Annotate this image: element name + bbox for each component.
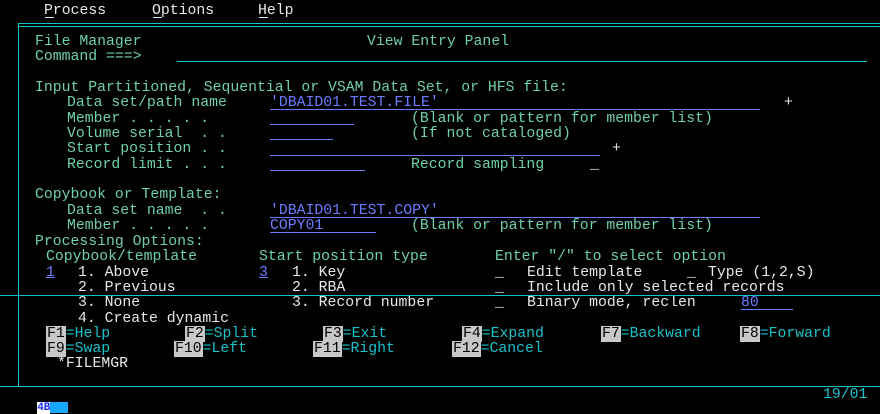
include-selected-checkbox[interactable]: _ [495, 280, 504, 296]
record-sampling-input[interactable]: _ [590, 157, 599, 173]
edit-template-checkbox[interactable]: _ [495, 265, 504, 281]
filemgr-label: *FILEMGR [57, 356, 129, 372]
f12-action-label: =Cancel [480, 341, 543, 357]
f1-key-label[interactable]: F1 [46, 326, 66, 342]
f9-key-label[interactable]: F9 [46, 341, 66, 357]
f4-key-label[interactable]: F4 [462, 326, 482, 342]
f7-action-label: =Backward [620, 326, 701, 342]
menu-process-mnemonic [45, 17, 54, 18]
copybook-dataset-label: Data set name . . [67, 203, 227, 219]
f2-action-label: =Split [204, 326, 259, 342]
f10-key-label[interactable]: F10 [174, 341, 203, 357]
menu-options-mnemonic [153, 17, 162, 18]
session-id: 4B [37, 402, 51, 414]
pf-key-f7[interactable]: F7=Backward [601, 326, 701, 342]
copybook-template-heading: Copybook/template [46, 249, 197, 265]
reclen-underline [741, 309, 793, 310]
pf-key-f4[interactable]: F4=Expand [462, 326, 544, 342]
copybook-choice-input[interactable]: 1 [46, 265, 55, 281]
f7-key-label[interactable]: F7 [601, 326, 621, 342]
menu-help-mnemonic [259, 17, 268, 18]
start-position-prompt-plus[interactable]: + [612, 141, 621, 157]
edit-template-label: Edit template [527, 265, 643, 281]
copybook-section-heading: Copybook or Template: [35, 187, 222, 203]
command-input[interactable] [177, 61, 867, 62]
f4-action-label: =Expand [481, 326, 544, 342]
f11-action-label: =Right [341, 341, 395, 357]
copybook-member-label: Member . . . . . [67, 218, 210, 234]
pf-key-f3[interactable]: F3=Exit [323, 326, 387, 342]
start-type-choice-input[interactable]: 3 [259, 265, 268, 281]
record-sampling-label: Record sampling [411, 157, 545, 173]
start-type-option-3: 3. Record number [292, 295, 435, 311]
dataset-prompt-plus[interactable]: + [784, 95, 793, 111]
volume-label: Volume serial . . [67, 126, 227, 142]
f12-key-label[interactable]: F12 [452, 341, 481, 357]
copybook-option-1: 1. Above [78, 265, 150, 281]
copybook-option-4: 4. Create dynamic [78, 311, 229, 327]
type-label: Type (1,2,S) [708, 265, 815, 281]
pf-key-f9[interactable]: F9=Swap [46, 341, 110, 357]
copybook-member-hint: (Blank or pattern for member list) [411, 218, 713, 234]
dataset-input-underline [270, 109, 760, 110]
f8-key-label[interactable]: F8 [740, 326, 760, 342]
keyboard-lock-indicator [50, 402, 69, 413]
menu-separator-top [18, 23, 880, 24]
f3-key-label[interactable]: F3 [323, 326, 343, 342]
pf-key-f10[interactable]: F10=Left [174, 341, 247, 357]
cursor-crosshair-line [0, 295, 880, 296]
volume-input[interactable] [270, 139, 333, 140]
f11-key-label[interactable]: F11 [313, 341, 342, 357]
type-input[interactable]: _ [687, 265, 696, 281]
volume-hint: (If not cataloged) [411, 126, 571, 142]
processing-heading: Processing Options: [35, 234, 204, 250]
f1-action-label: =Help [65, 326, 111, 342]
input-section-heading: Input Partitioned, Sequential or VSAM Da… [35, 80, 568, 96]
start-position-type-heading: Start position type [259, 249, 428, 265]
pf-key-f2[interactable]: F2=Split [185, 326, 258, 342]
member-label: Member . . . . . [67, 111, 210, 127]
record-limit-label: Record limit . . . [67, 157, 227, 173]
status-bar-separator [0, 386, 880, 387]
member-hint: (Blank or pattern for member list) [411, 111, 713, 127]
pf-key-f11[interactable]: F11=Right [313, 341, 395, 357]
app-name: File Manager [35, 34, 142, 50]
start-type-option-2: 2. RBA [292, 280, 346, 296]
start-position-input[interactable] [270, 155, 600, 156]
binary-mode-checkbox[interactable]: _ [495, 295, 504, 311]
pf-key-f8[interactable]: F8=Forward [740, 326, 831, 342]
f2-key-label[interactable]: F2 [185, 326, 205, 342]
member-input[interactable] [270, 124, 354, 125]
cursor-position: 19/01 [823, 387, 868, 403]
f9-action-label: =Swap [65, 341, 111, 357]
panel-title: View Entry Panel [367, 34, 510, 50]
dataset-label: Data set/path name [67, 95, 227, 111]
command-label: Command ===> [35, 49, 142, 65]
session-indicator: 4B [24, 390, 69, 414]
start-type-option-1: 1. Key [292, 265, 346, 281]
pf-key-f1[interactable]: F1=Help [46, 326, 110, 342]
copybook-option-2: 2. Previous [78, 280, 176, 296]
binary-mode-label: Binary mode, reclen [527, 295, 696, 311]
f3-action-label: =Exit [342, 326, 388, 342]
record-limit-input[interactable] [270, 170, 365, 171]
select-option-heading: Enter "/" to select option [495, 249, 726, 265]
pf-key-f12[interactable]: F12=Cancel [452, 341, 543, 357]
menu-separator-bottom [18, 26, 880, 27]
copybook-member-underline [270, 232, 376, 233]
f10-action-label: =Left [202, 341, 248, 357]
start-position-label: Start position . . [67, 141, 227, 157]
cursor-crosshair-vertical [18, 23, 19, 386]
f8-action-label: =Forward [759, 326, 831, 342]
include-selected-label: Include only selected records [527, 280, 785, 296]
copybook-option-3: 3. None [78, 295, 141, 311]
